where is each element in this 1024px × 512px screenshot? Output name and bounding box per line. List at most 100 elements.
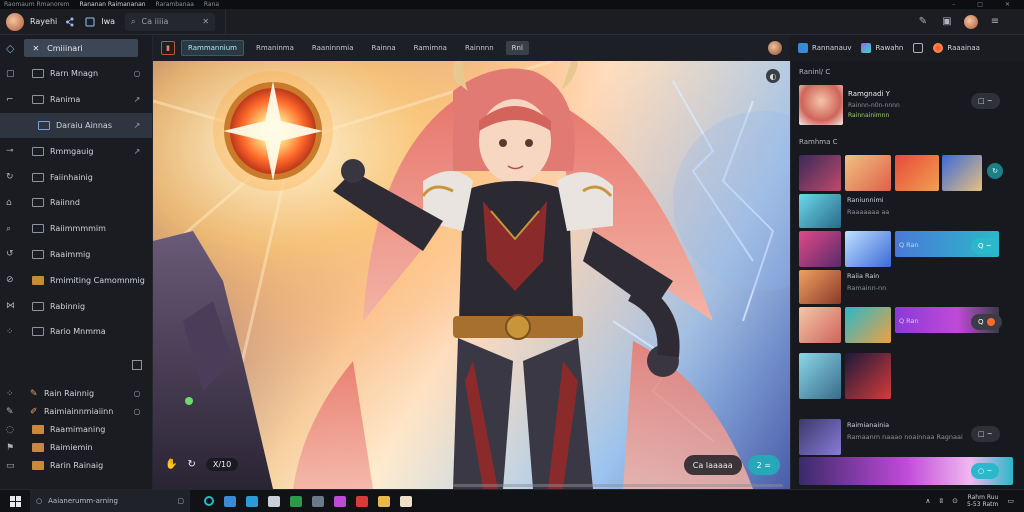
- sidebar-item[interactable]: ▢ Rarn Mnagn ○: [0, 61, 152, 87]
- start-button[interactable]: [0, 495, 30, 507]
- sidebar-item[interactable]: ⊘ Rmimiting Camomnmig: [0, 267, 152, 293]
- info-icon[interactable]: ◐: [766, 69, 780, 83]
- arrow-icon[interactable]: ↗: [130, 147, 144, 156]
- sidebar-item[interactable]: ⌐ Ranima ↗: [0, 87, 152, 113]
- list-thumbnail[interactable]: [799, 270, 841, 304]
- browser-icon[interactable]: [246, 495, 258, 507]
- sidebar-item[interactable]: ⌂ Raiinnd: [0, 190, 152, 216]
- row-action-button[interactable]: Q: [971, 314, 1002, 330]
- row-action-button[interactable]: □ ~: [971, 426, 1000, 442]
- hand-icon[interactable]: ✋: [165, 459, 177, 470]
- radio-icon[interactable]: ○: [130, 69, 144, 78]
- clock[interactable]: Rahm Ruu 5-53 Ratm: [967, 494, 998, 508]
- list-thumbnail[interactable]: [799, 231, 841, 267]
- gallery-thumbnail[interactable]: [845, 155, 891, 191]
- list-thumbnail[interactable]: [845, 353, 891, 399]
- close-button[interactable]: ✕: [1005, 1, 1010, 8]
- rp-head-item[interactable]: [913, 43, 924, 53]
- avatar[interactable]: [768, 41, 782, 55]
- arrow-icon[interactable]: ↗: [130, 121, 144, 130]
- close-icon[interactable]: ✕: [202, 17, 209, 26]
- excel-icon[interactable]: [290, 495, 302, 507]
- avatar[interactable]: [6, 12, 24, 31]
- gallery-thumbnail[interactable]: [942, 155, 982, 191]
- folder-icon[interactable]: [378, 495, 390, 507]
- sidebar-item[interactable]: ✎ ✐ Raimiainnmiaiinn ○: [0, 403, 152, 421]
- rp-head-item[interactable]: Rannanauv: [798, 43, 851, 53]
- notification-icon[interactable]: ▭: [1007, 497, 1014, 505]
- gallery-thumbnail[interactable]: [799, 155, 841, 191]
- main-artwork-image[interactable]: ◐ ✋ ↻ X/10 Ca Iaaaaa 2 =: [153, 61, 790, 489]
- sidebar-item[interactable]: ⁘ ✎ Rain Rainnig ○: [0, 385, 152, 403]
- list-thumbnail[interactable]: [799, 194, 841, 228]
- tab[interactable]: Rnl: [505, 41, 529, 55]
- tab[interactable]: Rainna: [366, 41, 402, 55]
- image-app-icon[interactable]: [400, 495, 412, 507]
- tab[interactable]: Rammannium: [181, 40, 244, 56]
- tab[interactable]: Raaninnmia: [306, 41, 360, 55]
- tab[interactable]: Rainnnn: [459, 41, 500, 55]
- wifi-icon[interactable]: ʬ: [939, 497, 943, 505]
- row-action-button[interactable]: Q ~: [971, 238, 999, 254]
- sidebar-item[interactable]: ▭ Rarin Rainaig: [0, 457, 152, 475]
- mail-icon[interactable]: [268, 495, 280, 507]
- taskbar-search-input[interactable]: ○ Aaianerumm-arning ▢: [30, 489, 190, 512]
- list-thumbnail[interactable]: [799, 307, 841, 343]
- cortana-icon[interactable]: [204, 496, 214, 506]
- window-icon[interactable]: ▣: [940, 15, 954, 29]
- app-logo-icon[interactable]: ▮: [161, 41, 175, 55]
- search-input[interactable]: ⌕ Ca iiiia ✕: [125, 12, 216, 31]
- minimize-button[interactable]: –: [952, 1, 955, 8]
- diamond-icon[interactable]: ◇: [6, 42, 14, 55]
- user-label[interactable]: Rayehi: [30, 17, 57, 26]
- list-thumbnail[interactable]: [799, 353, 841, 399]
- sidebar-item-active[interactable]: Daraiu Ainnas ↗: [0, 112, 152, 139]
- sidebar-item[interactable]: ↺ Raaimmig: [0, 242, 152, 268]
- sidebar-item[interactable]: ⊸ Rmmgauig ↗: [0, 138, 152, 164]
- collapse-icon[interactable]: [132, 359, 142, 370]
- bottom-action-button[interactable]: ○ ~: [971, 463, 1000, 479]
- sidebar-item[interactable]: ⌕ Raiimmmmim: [0, 216, 152, 242]
- horizontal-scrollbar[interactable]: [453, 484, 783, 487]
- frame-counter[interactable]: X/10: [205, 458, 239, 471]
- menu-icon[interactable]: ≡: [988, 15, 1002, 29]
- radio-icon[interactable]: ○: [130, 407, 144, 416]
- list-thumbnail[interactable]: [845, 307, 891, 343]
- title-tab[interactable]: Rana: [204, 1, 219, 8]
- paint-icon[interactable]: [334, 495, 346, 507]
- list-thumbnail[interactable]: [799, 419, 841, 455]
- radio-icon[interactable]: ○: [130, 389, 144, 398]
- sidebar-item[interactable]: ⁘ Rario Mnmma: [0, 319, 152, 345]
- app-label[interactable]: Iwa: [101, 17, 115, 26]
- title-tab[interactable]: Raomaum Rmanorem: [4, 1, 70, 8]
- sidebar-item[interactable]: ⋈ Rabinnig: [0, 293, 152, 319]
- featured-thumbnail[interactable]: [799, 85, 843, 125]
- gallery-thumbnail[interactable]: [895, 155, 939, 191]
- refresh-icon[interactable]: ↻: [187, 459, 195, 470]
- pin-icon[interactable]: ✎: [916, 15, 930, 29]
- maximize-button[interactable]: □: [977, 1, 983, 8]
- tab[interactable]: Ramimna: [408, 41, 453, 55]
- share-icon[interactable]: [63, 15, 77, 29]
- featured-action-button[interactable]: □ ~: [971, 93, 1000, 109]
- store-icon[interactable]: [224, 495, 236, 507]
- tab[interactable]: Rmaninma: [250, 41, 300, 55]
- chevron-up-icon[interactable]: ∧: [925, 497, 930, 505]
- apps-icon[interactable]: ▢: [177, 497, 184, 505]
- list-thumbnail[interactable]: [845, 231, 891, 267]
- title-tab[interactable]: Rananan Raimananan: [80, 1, 146, 8]
- sidebar-primary-button[interactable]: ✕ Cmiiinari: [24, 39, 139, 57]
- app-icon[interactable]: [83, 15, 97, 29]
- files-icon[interactable]: [312, 495, 324, 507]
- volume-icon[interactable]: ⊙: [952, 497, 958, 505]
- rp-head-item[interactable]: Raaainaa: [933, 43, 980, 53]
- image-share-button[interactable]: 2 =: [747, 455, 780, 475]
- sidebar-item[interactable]: ◌ Raamimaning: [0, 421, 152, 439]
- arrow-icon[interactable]: ↗: [130, 95, 144, 104]
- title-tab[interactable]: Rarambanaa: [156, 1, 194, 8]
- profile-avatar[interactable]: [964, 14, 978, 29]
- sidebar-item[interactable]: ⚑ Raimiemin: [0, 439, 152, 457]
- app-icon[interactable]: [356, 495, 368, 507]
- sidebar-item[interactable]: ↻ Faiinhainig: [0, 164, 152, 190]
- rp-head-item[interactable]: Rawahn: [861, 43, 903, 53]
